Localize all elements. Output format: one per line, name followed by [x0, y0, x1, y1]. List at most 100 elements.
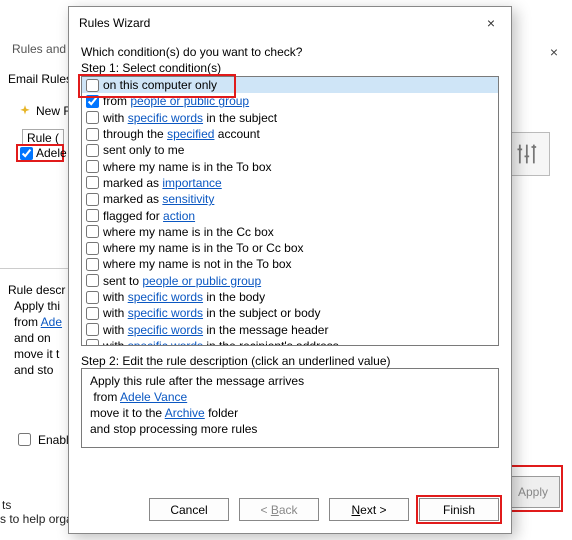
condition-label-8: flagged for action — [103, 209, 195, 223]
condition-link-13[interactable]: specific words — [128, 290, 203, 304]
condition-checkbox-3[interactable] — [86, 128, 99, 141]
condition-label-15: with specific words in the message heade… — [103, 323, 328, 337]
condition-checkbox-14[interactable] — [86, 307, 99, 320]
rule-description-label: Rule descr — [8, 283, 65, 297]
condition-row-14[interactable]: with specific words in the subject or bo… — [82, 305, 498, 321]
condition-checkbox-15[interactable] — [86, 323, 99, 336]
condition-label-7: marked as sensitivity — [103, 192, 214, 206]
condition-link-15[interactable]: specific words — [128, 323, 203, 337]
condition-checkbox-7[interactable] — [86, 193, 99, 206]
condition-checkbox-10[interactable] — [86, 242, 99, 255]
condition-checkbox-5[interactable] — [86, 160, 99, 173]
condition-row-3[interactable]: through the specified account — [82, 126, 498, 142]
condition-link-1[interactable]: people or public group — [130, 94, 249, 108]
condition-row-1[interactable]: from people or public group — [82, 93, 498, 109]
condition-row-6[interactable]: marked as importance — [82, 175, 498, 191]
rule-description-box: Apply this rule after the message arrive… — [81, 368, 499, 448]
condition-checkbox-6[interactable] — [86, 176, 99, 189]
back-button[interactable]: < Back — [239, 498, 319, 521]
sparkle-icon — [18, 104, 32, 118]
condition-link-8[interactable]: action — [163, 209, 195, 223]
divider — [0, 268, 70, 269]
condition-link-12[interactable]: people or public group — [142, 274, 261, 288]
condition-checkbox-8[interactable] — [86, 209, 99, 222]
cancel-button[interactable]: Cancel — [149, 498, 229, 521]
condition-row-9[interactable]: where my name is in the Cc box — [82, 224, 498, 240]
condition-checkbox-2[interactable] — [86, 111, 99, 124]
folder-link[interactable]: Archive — [165, 406, 205, 420]
close-icon[interactable]: × — [550, 44, 558, 60]
condition-checkbox-4[interactable] — [86, 144, 99, 157]
condition-label-6: marked as importance — [103, 176, 222, 190]
condition-label-12: sent to people or public group — [103, 274, 261, 288]
condition-label-4: sent only to me — [103, 143, 184, 157]
rule-enabled-checkbox[interactable] — [20, 147, 33, 160]
next-button[interactable]: Next > — [329, 498, 409, 521]
condition-checkbox-12[interactable] — [86, 274, 99, 287]
finish-button[interactable]: Finish — [419, 498, 499, 521]
condition-row-4[interactable]: sent only to me — [82, 142, 498, 158]
condition-link-6[interactable]: importance — [162, 176, 221, 190]
desc-line-3: and stop processing more rules — [90, 421, 490, 437]
condition-link-14[interactable]: specific words — [128, 306, 203, 320]
rule-list-item-adele[interactable]: Adele — [16, 144, 64, 162]
preview-thumbnail — [506, 132, 550, 176]
from-people-link[interactable]: Adele Vance — [120, 390, 187, 404]
condition-row-15[interactable]: with specific words in the message heade… — [82, 321, 498, 337]
button-row: Cancel < Back Next > Finish — [69, 488, 511, 533]
titlebar: Rules Wizard × — [69, 7, 511, 37]
condition-link-2[interactable]: specific words — [128, 111, 203, 125]
condition-row-16[interactable]: with specific words in the recipient's a… — [82, 338, 498, 346]
email-rules-tab[interactable]: Email Rules — [8, 72, 72, 86]
desc-line-2: move it to the Archive folder — [90, 405, 490, 421]
condition-label-0: on this computer only — [103, 78, 217, 92]
enable-rules-checkbox[interactable] — [18, 433, 31, 446]
condition-label-10: where my name is in the To or Cc box — [103, 241, 304, 255]
apply-button[interactable]: Apply — [506, 476, 560, 508]
condition-checkbox-9[interactable] — [86, 225, 99, 238]
condition-row-11[interactable]: where my name is not in the To box — [82, 256, 498, 272]
condition-label-3: through the specified account — [103, 127, 260, 141]
condition-label-2: with specific words in the subject — [103, 111, 277, 125]
condition-label-16: with specific words in the recipient's a… — [103, 339, 339, 346]
step1-label: Step 1: Select condition(s) — [81, 61, 499, 75]
condition-row-8[interactable]: flagged for action — [82, 207, 498, 223]
condition-row-7[interactable]: marked as sensitivity — [82, 191, 498, 207]
enable-rules-checkbox-row[interactable]: Enable — [14, 430, 75, 449]
condition-link-16[interactable]: specific words — [128, 339, 203, 346]
condition-label-1: from people or public group — [103, 94, 249, 108]
condition-checkbox-16[interactable] — [86, 339, 99, 346]
rule-column-header: Rule ( — [22, 129, 64, 145]
new-rule-label: New R — [36, 104, 72, 118]
condition-checkbox-1[interactable] — [86, 95, 99, 108]
condition-label-11: where my name is not in the To box — [103, 257, 292, 271]
condition-label-9: where my name is in the Cc box — [103, 225, 274, 239]
rules-and-alerts-title: Rules and A — [12, 42, 77, 56]
condition-checkbox-0[interactable] — [86, 79, 99, 92]
rule-name-label: Adele — [36, 146, 67, 160]
desc-line-0: Apply this rule after the message arrive… — [90, 373, 490, 389]
dialog-title: Rules Wizard — [79, 16, 150, 30]
desc-line-1: from Adele Vance — [90, 389, 490, 405]
rule-description-preview: Apply thi from Ade and on move it t and … — [14, 298, 69, 413]
condition-row-10[interactable]: where my name is in the To or Cc box — [82, 240, 498, 256]
condition-link-3[interactable]: specified — [167, 127, 214, 141]
condition-row-0[interactable]: on this computer only — [82, 77, 498, 93]
truncated-text-help: s to help orga — [0, 512, 73, 526]
condition-label-5: where my name is in the To box — [103, 160, 272, 174]
condition-row-2[interactable]: with specific words in the subject — [82, 110, 498, 126]
step2-label: Step 2: Edit the rule description (click… — [81, 354, 499, 368]
close-button[interactable]: × — [479, 13, 503, 33]
condition-label-13: with specific words in the body — [103, 290, 265, 304]
new-rule-button[interactable]: New R — [18, 104, 72, 118]
condition-row-13[interactable]: with specific words in the body — [82, 289, 498, 305]
condition-row-12[interactable]: sent to people or public group — [82, 273, 498, 289]
condition-row-5[interactable]: where my name is in the To box — [82, 158, 498, 174]
condition-link-7[interactable]: sensitivity — [162, 192, 214, 206]
condition-checkbox-13[interactable] — [86, 291, 99, 304]
condition-label-14: with specific words in the subject or bo… — [103, 306, 320, 320]
prompt-label: Which condition(s) do you want to check? — [81, 45, 499, 59]
truncated-text-ts: ts — [2, 498, 11, 512]
condition-checkbox-11[interactable] — [86, 258, 99, 271]
conditions-list[interactable]: on this computer only from people or publ… — [81, 76, 499, 346]
